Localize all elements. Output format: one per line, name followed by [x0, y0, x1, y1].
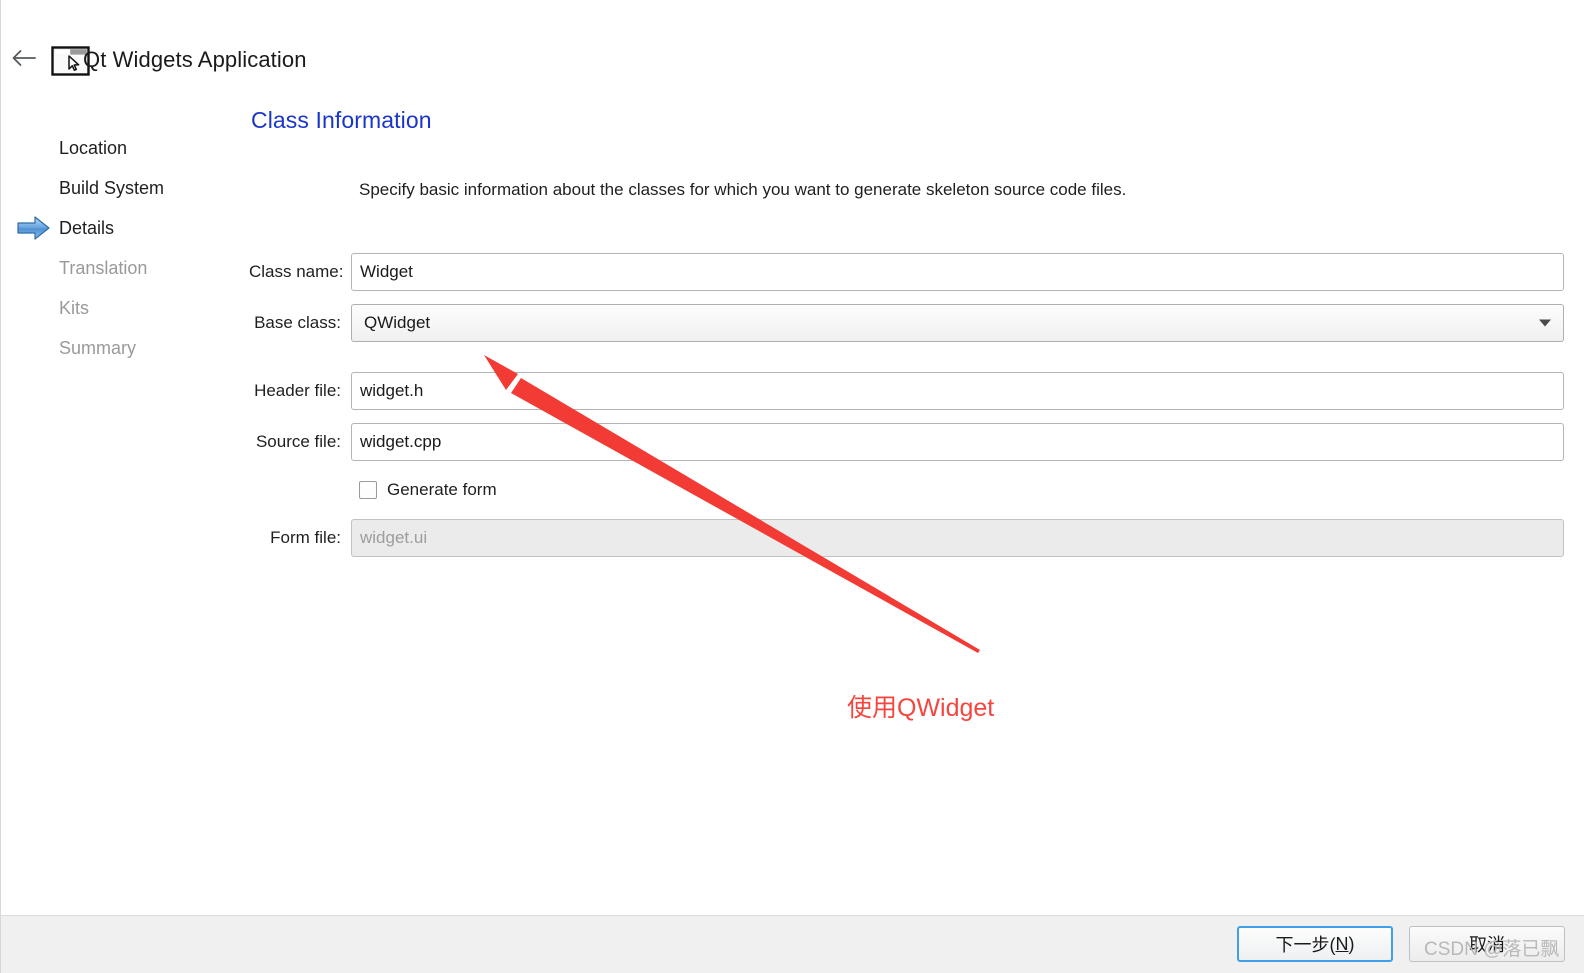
header-file-value: widget.h: [360, 381, 424, 400]
base-class-value: QWidget: [364, 313, 431, 332]
header-file-row: Header file: widget.h: [249, 372, 1564, 410]
window-title: Qt Widgets Application: [83, 47, 307, 72]
base-class-combobox[interactable]: QWidget: [351, 304, 1564, 342]
source-file-input[interactable]: widget.cpp: [351, 423, 1564, 461]
qt-wizard-window: Qt Widgets Application Location Build Sy…: [0, 0, 1584, 973]
class-name-row: Class name: Widget: [249, 253, 1564, 291]
class-name-label: Class name:: [249, 262, 344, 281]
base-class-row: Base class: QWidget: [249, 304, 1564, 342]
cancel-button[interactable]: 取消: [1409, 926, 1565, 962]
sidebar-item-translation[interactable]: Translation: [1, 248, 241, 288]
header-file-input[interactable]: widget.h: [351, 372, 1564, 410]
source-file-label: Source file:: [255, 432, 341, 451]
class-name-value: Widget: [360, 262, 413, 281]
page-description: Specify basic information about the clas…: [359, 180, 1127, 199]
sidebar-item-details[interactable]: Details: [1, 208, 241, 248]
next-button-text-after: ): [1348, 933, 1355, 954]
generate-form-label: Generate form: [387, 480, 497, 499]
chevron-down-icon[interactable]: [1539, 319, 1551, 327]
generate-form-checkbox-row[interactable]: Generate form: [359, 480, 497, 500]
next-button[interactable]: 下一步(N): [1237, 926, 1393, 962]
sidebar-item-label: Location: [59, 137, 128, 158]
sidebar-item-label: Details: [59, 217, 115, 238]
cancel-button-label: 取消: [1469, 935, 1505, 955]
wizard-footer: 下一步(N) 取消 CSDN @落已飘: [1, 915, 1584, 973]
form-file-label: Form file:: [270, 528, 341, 547]
header-file-label: Header file:: [254, 381, 341, 400]
next-button-text-before: 下一步(: [1275, 935, 1336, 955]
form-file-row: Form file: widget.ui: [249, 519, 1564, 557]
form-file-value: widget.ui: [360, 528, 428, 547]
generate-form-checkbox[interactable]: [359, 481, 377, 499]
sidebar-item-location[interactable]: Location: [1, 128, 241, 168]
sidebar-item-kits[interactable]: Kits: [1, 288, 241, 328]
current-step-arrow-icon: [17, 215, 51, 241]
annotation-text: 使用QWidget: [847, 694, 995, 722]
annotation-arrow-shaft: [511, 378, 980, 653]
page-title: Class Information: [251, 107, 432, 133]
sidebar-item-label: Kits: [59, 297, 90, 318]
back-button[interactable]: [7, 42, 41, 74]
wizard-sidebar: Location Build System Details Translatio…: [1, 128, 241, 368]
sidebar-item-label: Summary: [59, 337, 137, 358]
source-file-row: Source file: widget.cpp: [249, 423, 1564, 461]
sidebar-item-label: Translation: [59, 257, 148, 278]
source-file-value: widget.cpp: [360, 432, 442, 451]
next-button-accel: N: [1335, 933, 1349, 954]
sidebar-item-build-system[interactable]: Build System: [1, 168, 241, 208]
sidebar-item-label: Build System: [59, 177, 165, 198]
form-file-input: widget.ui: [351, 519, 1564, 557]
base-class-label: Base class:: [254, 313, 341, 332]
back-arrow-icon: [12, 50, 36, 66]
sidebar-item-summary[interactable]: Summary: [1, 328, 241, 368]
class-name-input[interactable]: Widget: [351, 253, 1564, 291]
